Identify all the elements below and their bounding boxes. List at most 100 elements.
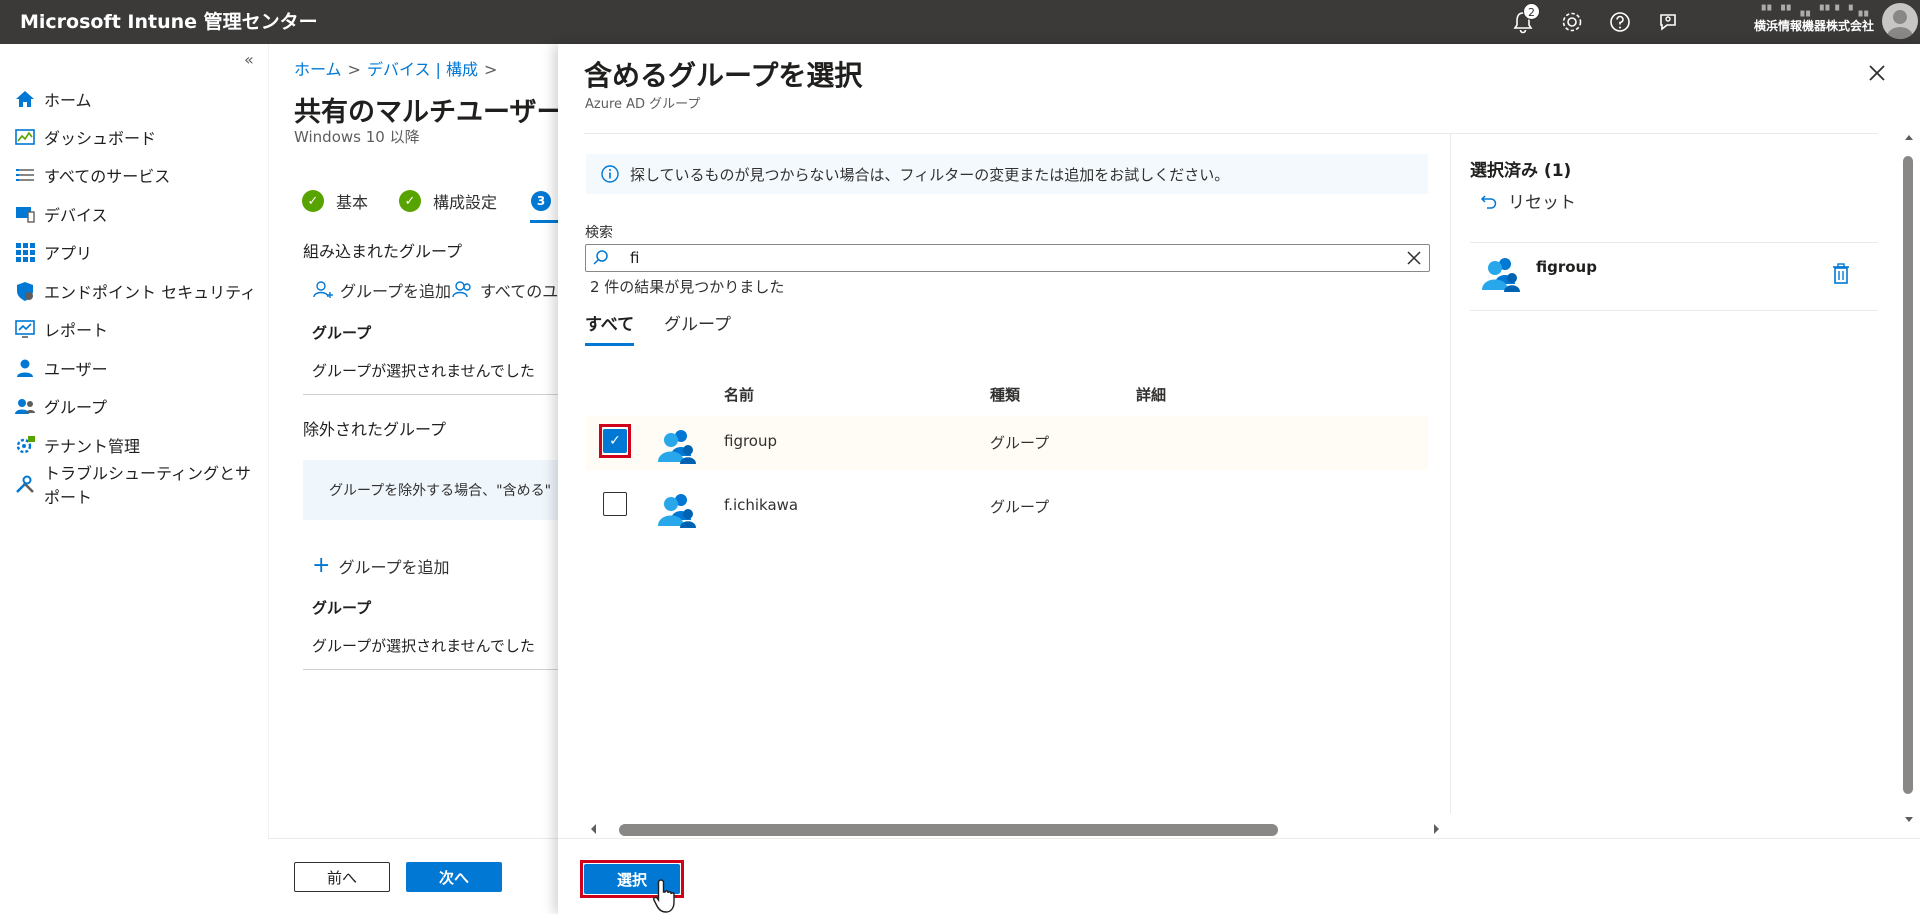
step-number: 3 xyxy=(531,191,551,211)
divider xyxy=(303,669,558,670)
row-name: figroup xyxy=(724,432,778,450)
result-count: 2 件の結果が見つかりました xyxy=(590,278,785,296)
nav-item-apps[interactable]: アプリ xyxy=(14,237,264,267)
add-all-users-icon xyxy=(452,281,471,298)
hand-cursor-icon xyxy=(653,879,675,913)
clear-search-icon[interactable] xyxy=(1399,250,1429,266)
blade-subtitle: Azure AD グループ xyxy=(585,97,701,112)
column-header-details: 詳細 xyxy=(1136,386,1167,404)
report-icon xyxy=(14,318,36,340)
info-message-text: 探しているものが見つからない場合は、フィルターの変更または追加をお試しください。 xyxy=(630,165,1230,184)
highlight-frame xyxy=(599,424,631,458)
checkmark-icon: ✓ xyxy=(399,190,421,212)
nav-item-devices[interactable]: デバイス xyxy=(14,199,264,229)
tab-all[interactable]: すべて xyxy=(585,310,635,346)
next-button[interactable]: 次へ xyxy=(406,862,502,892)
row-checkbox-f-ichikawa[interactable] xyxy=(603,492,627,516)
nav-label: ホーム xyxy=(44,91,92,110)
user-name: ▝▘▝▘▗▖▝▘▘▝▗▖ xyxy=(1757,6,1874,17)
divider xyxy=(303,394,558,395)
active-step-indicator xyxy=(530,220,558,223)
nav-item-endpoint-security[interactable]: エンドポイント セキュリティ xyxy=(14,276,264,306)
row-name: f.ichikawa xyxy=(724,496,799,514)
shield-icon xyxy=(14,280,36,302)
undo-icon xyxy=(1480,194,1497,209)
group-column-header: グループ xyxy=(312,324,372,342)
add-group-label: グループを追加 xyxy=(338,558,450,577)
list-icon xyxy=(14,164,36,186)
row-type: グループ xyxy=(990,498,1050,516)
included-groups-title: 組み込まれたグループ xyxy=(303,242,463,261)
add-group-link[interactable]: グループを追加 xyxy=(312,278,451,302)
exclude-info-box: グループを除外する場合、"含める" と xyxy=(303,460,558,520)
group-avatar-icon xyxy=(1482,258,1520,292)
horizontal-scroll-thumb[interactable] xyxy=(619,824,1278,836)
search-input[interactable]: fi xyxy=(585,244,1430,272)
search-label: 検索 xyxy=(585,225,613,241)
breadcrumb-devices-link[interactable]: デバイス | 構成 xyxy=(367,60,478,79)
group-avatar-icon xyxy=(658,494,696,528)
nav-label: デバイス xyxy=(44,206,108,225)
step-label: 基本 xyxy=(336,193,369,212)
reset-button[interactable]: リセット xyxy=(1480,188,1576,213)
notification-count-badge: 2 xyxy=(1523,3,1540,20)
no-group-text: グループが選択されませんでした xyxy=(312,637,535,655)
close-icon[interactable] xyxy=(1866,62,1888,84)
apps-icon xyxy=(14,241,36,263)
nav-item-tenant-admin[interactable]: テナント管理 xyxy=(14,430,264,460)
excluded-groups-title: 除外されたグループ xyxy=(303,420,447,439)
info-icon xyxy=(601,165,619,183)
wrench-icon xyxy=(14,473,36,495)
step-config-settings[interactable]: ✓ 構成設定 xyxy=(399,188,497,214)
blade-title: 含めるグループを選択 xyxy=(584,59,863,92)
nav-label: すべてのサービス xyxy=(44,167,171,186)
help-icon[interactable] xyxy=(1605,7,1635,37)
tab-groups[interactable]: グループ xyxy=(664,310,731,343)
page-subtitle: Windows 10 以降 xyxy=(294,128,420,146)
app-title[interactable]: Microsoft Intune 管理センター xyxy=(20,0,318,44)
breadcrumb-home-link[interactable]: ホーム xyxy=(294,60,342,79)
reset-label: リセット xyxy=(1508,193,1576,213)
user-avatar-icon xyxy=(1887,10,1913,39)
nav-label: アプリ xyxy=(44,244,93,263)
exclude-info-text: グループを除外する場合、"含める" と xyxy=(329,483,558,499)
step-assignments[interactable]: 3 xyxy=(531,188,551,214)
nav-label: グループ xyxy=(44,398,108,417)
vertical-scroll-thumb[interactable] xyxy=(1903,156,1913,794)
add-excluded-group-link[interactable]: + グループを追加 xyxy=(312,554,449,578)
collapse-nav-icon[interactable]: « xyxy=(244,50,254,69)
nav-item-troubleshooting[interactable]: トラブルシューティングとサポート xyxy=(14,464,264,507)
nav-item-dashboard[interactable]: ダッシュボード xyxy=(14,122,264,152)
dashboard-icon xyxy=(14,126,36,148)
avatar[interactable] xyxy=(1882,3,1918,39)
user-account-info[interactable]: ▝▘▝▘▗▖▝▘▘▝▗▖ 横浜情報機器株式会社 xyxy=(1754,6,1874,34)
breadcrumb: ホーム > デバイス | 構成 > xyxy=(294,60,498,79)
feedback-icon[interactable] xyxy=(1653,7,1683,37)
nav-item-groups[interactable]: グループ xyxy=(14,391,264,421)
nav-item-reports[interactable]: レポート xyxy=(14,314,264,344)
divider xyxy=(584,133,1878,134)
column-header-type: 種類 xyxy=(990,386,1021,404)
previous-button[interactable]: 前へ xyxy=(294,862,390,892)
settings-gear-icon[interactable] xyxy=(1557,7,1587,37)
search-value: fi xyxy=(630,249,640,267)
nav-item-users[interactable]: ユーザー xyxy=(14,353,264,383)
row-type: グループ xyxy=(990,434,1050,452)
nav-label: エンドポイント セキュリティ xyxy=(44,283,257,302)
step-label: 構成設定 xyxy=(433,193,498,212)
nav-item-all-services[interactable]: すべてのサービス xyxy=(14,160,264,190)
add-all-users-link[interactable]: すべてのユー xyxy=(452,278,574,302)
nav-label: レポート xyxy=(44,321,109,340)
device-icon xyxy=(14,203,36,225)
trash-icon[interactable] xyxy=(1830,262,1852,286)
user-icon xyxy=(14,357,36,379)
nav-label: テナント管理 xyxy=(44,437,141,456)
home-icon xyxy=(14,88,36,110)
add-group-label: グループを追加 xyxy=(340,282,452,301)
nav-item-home[interactable]: ホーム xyxy=(14,84,264,114)
nav-label: ユーザー xyxy=(44,360,108,379)
nav-label: トラブルシューティングとサポート xyxy=(44,464,252,507)
step-basics[interactable]: ✓ 基本 xyxy=(302,188,368,214)
checkmark-icon: ✓ xyxy=(302,190,324,212)
add-user-icon xyxy=(313,281,333,298)
